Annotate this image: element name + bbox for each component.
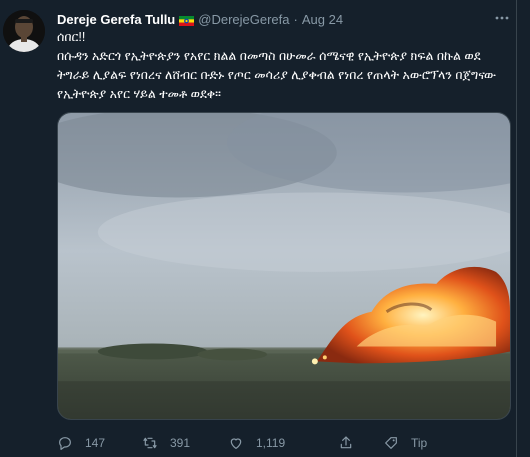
reply-count: 147	[85, 436, 106, 450]
more-options-icon[interactable]	[494, 10, 510, 26]
share-icon	[340, 436, 352, 449]
heart-icon	[230, 438, 242, 449]
ethiopia-flag-icon	[179, 14, 195, 26]
retweet-count: 391	[170, 436, 191, 450]
tweet-actions: 147 391 1,119 Tip	[57, 433, 497, 453]
reply-button[interactable]: 147	[57, 435, 142, 451]
avatar[interactable]	[3, 10, 45, 52]
tweet-card[interactable]: Dereje Gerefa Tullu @DerejeGerefa · Aug …	[0, 0, 517, 457]
author-name[interactable]: Dereje Gerefa Tullu	[57, 12, 175, 27]
retweet-button[interactable]: 391	[142, 435, 228, 451]
reply-icon	[59, 437, 71, 450]
media-image	[58, 113, 510, 419]
like-count: 1,119	[256, 436, 286, 450]
tweet-text: ሰበር!! በሱዳን አድርጎ የኢትዮጵያን የአየር ክልል በመጣስ በሁ…	[57, 28, 507, 104]
like-button[interactable]: 1,119	[228, 435, 338, 451]
tip-label: Tip	[411, 436, 428, 450]
tweet-media[interactable]	[57, 112, 511, 420]
tweet-text-line: በሱዳን አድርጎ የኢትዮጵያን የአየር ክልል በመጣስ በሁመራ ሰሜና…	[57, 49, 496, 101]
tweet-text-line: ሰበር!!	[57, 30, 86, 44]
tweet-header: Dereje Gerefa Tullu @DerejeGerefa · Aug …	[57, 10, 343, 28]
author-handle[interactable]: @DerejeGerefa	[198, 12, 289, 27]
separator-dot: ·	[293, 11, 298, 27]
tweet-date[interactable]: Aug 24	[302, 12, 343, 27]
retweet-icon	[143, 437, 157, 449]
tip-button[interactable]: Tip	[383, 435, 427, 451]
share-button[interactable]	[338, 435, 383, 451]
tip-icon	[385, 437, 397, 449]
